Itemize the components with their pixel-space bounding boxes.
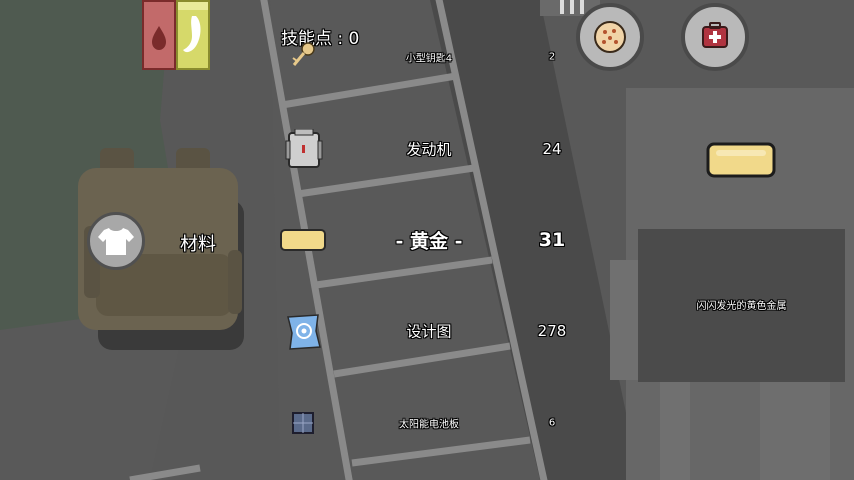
inventory-row[interactable]: 发动机 24 <box>278 129 578 169</box>
clothing-button[interactable] <box>87 212 145 270</box>
category-label[interactable]: 材料 <box>180 230 216 256</box>
medkit-icon <box>702 22 728 48</box>
item-count: 2 <box>548 51 556 63</box>
item-name: 设计图 <box>406 322 452 341</box>
item-name: 小型钥匙4 <box>405 53 453 65</box>
item-count: 278 <box>537 322 567 340</box>
item-description: 闪闪发光的黄色金属 <box>696 301 787 312</box>
cookie-icon <box>594 21 626 53</box>
selected-item-preview-icon <box>706 142 776 178</box>
inventory-row[interactable]: 小型钥匙4 2 <box>278 37 578 77</box>
item-count: 31 <box>538 229 566 251</box>
item-name: - 黄金 - <box>395 230 463 253</box>
engine-icon <box>285 129 323 168</box>
item-count: 6 <box>548 417 556 429</box>
medkit-button[interactable] <box>681 3 749 71</box>
food-button[interactable] <box>576 3 644 71</box>
stomach-meter <box>176 0 210 70</box>
gold-bar-icon <box>280 229 326 251</box>
blood-meter <box>142 0 176 70</box>
item-count: 24 <box>542 140 562 158</box>
item-description-panel: 闪闪发光的黄色金属 <box>638 229 845 382</box>
inventory-row[interactable]: 太阳能电池板 6 <box>278 403 578 443</box>
blueprint-icon <box>287 314 321 350</box>
inventory-row-selected[interactable]: - 黄金 - 31 <box>278 220 578 260</box>
item-name: 太阳能电池板 <box>399 419 459 431</box>
solar-panel-icon <box>292 412 314 434</box>
item-name: 发动机 <box>406 140 452 159</box>
blood-drop-icon <box>152 26 166 50</box>
shirt-icon <box>98 228 134 255</box>
key-icon <box>292 42 315 66</box>
inventory-row[interactable]: 设计图 278 <box>278 311 578 351</box>
stomach-icon <box>178 2 208 53</box>
